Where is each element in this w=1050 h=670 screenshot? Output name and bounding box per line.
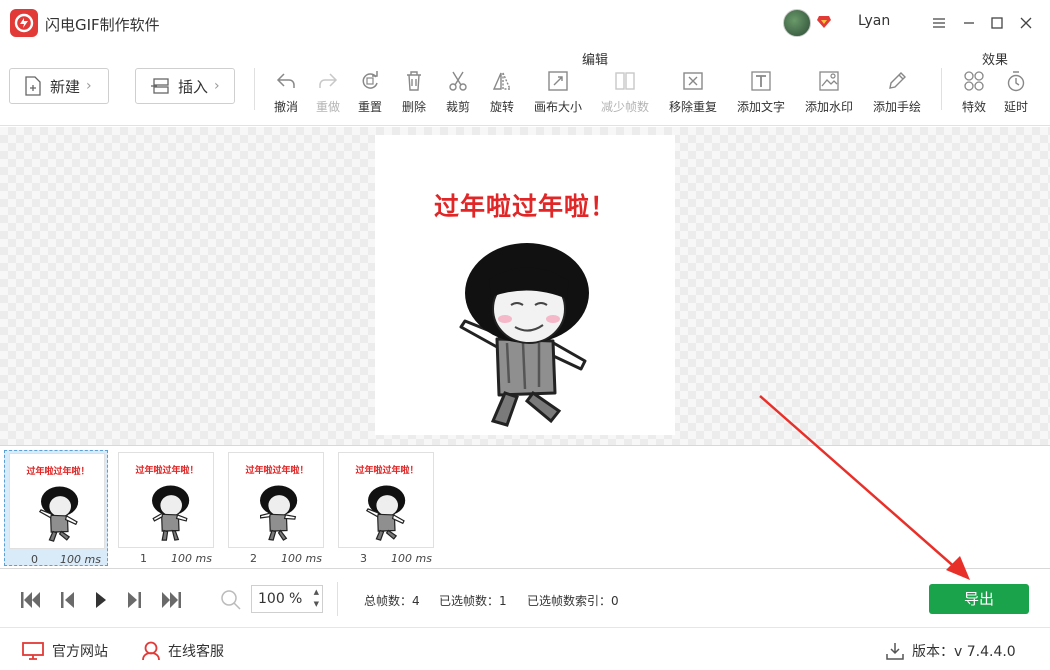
frame-thumbnail-image: 过年啦过年啦！: [338, 452, 434, 548]
next-frame-icon[interactable]: [126, 590, 142, 610]
avatar[interactable]: [783, 9, 811, 37]
canvas-area[interactable]: 过年啦过年啦！: [0, 127, 1050, 445]
rotate-tool[interactable]: 旋转: [472, 70, 532, 115]
thumbnail-character-image: [260, 485, 298, 541]
frame-thumbnail[interactable]: 过年啦过年啦！ 3 100 ms: [334, 450, 438, 566]
download-icon: [886, 643, 904, 660]
frame-preview[interactable]: 过年啦过年啦！: [375, 135, 675, 435]
online-support-link[interactable]: 在线客服: [142, 641, 224, 661]
preview-caption: 过年啦过年啦！: [433, 192, 616, 221]
insert-icon: [151, 78, 169, 94]
chevron-right-icon: ›: [214, 78, 220, 94]
frame-thumbnail[interactable]: 过年啦过年啦！ 2 100 ms: [224, 450, 328, 566]
spin-down-icon[interactable]: ▼: [314, 600, 319, 608]
footer: 官方网站 在线客服 版本：v 7.4.4.0: [0, 629, 1050, 670]
chevron-right-icon: ›: [86, 78, 92, 94]
frame-duration[interactable]: 100 ms: [60, 553, 101, 566]
frame-index: 2: [250, 552, 257, 565]
zoom-input[interactable]: 100 % ▲ ▼: [251, 585, 323, 613]
reduce-frames-tool[interactable]: 减少帧数: [595, 70, 655, 115]
customer-service-icon: [142, 641, 160, 661]
new-button[interactable]: 新建 ›: [9, 68, 109, 104]
reset-icon: [362, 71, 378, 89]
cartoon-character-image: [459, 243, 589, 427]
export-button[interactable]: 导出: [929, 584, 1029, 614]
frame-duration[interactable]: 100 ms: [391, 552, 432, 565]
close-icon[interactable]: [1015, 12, 1037, 34]
text-icon: [751, 71, 771, 91]
zoom-value[interactable]: 100: [258, 591, 285, 607]
maximize-icon[interactable]: [986, 12, 1008, 34]
frame-thumbnail-image: 过年啦过年啦！: [228, 452, 324, 548]
minimize-icon[interactable]: [958, 12, 980, 34]
flip-icon: [492, 72, 512, 90]
add-drawing-tool[interactable]: 添加手绘: [867, 70, 927, 115]
insert-button[interactable]: 插入 ›: [135, 68, 235, 104]
version-info[interactable]: 版本：v 7.4.4.0: [886, 641, 1016, 661]
frame-index: 0: [31, 553, 38, 566]
selected-index-stat: 已选帧数索引：0: [527, 594, 619, 608]
new-button-label: 新建: [50, 77, 81, 96]
divider: [941, 68, 942, 110]
frame-duration[interactable]: 100 ms: [281, 552, 322, 565]
frame-duration[interactable]: 100 ms: [171, 552, 212, 565]
effects-icon: [964, 71, 984, 91]
official-website-link[interactable]: 官方网站: [22, 641, 108, 661]
official-website-label: 官方网站: [52, 644, 108, 660]
zoom-unit: %: [289, 591, 303, 607]
effects-group-label: 效果: [982, 53, 1009, 68]
insert-button-label: 插入: [178, 77, 209, 96]
resize-canvas-icon: [548, 71, 568, 91]
redo-icon: [319, 73, 338, 88]
canvas-size-tool[interactable]: 画布大小: [528, 70, 588, 115]
menu-icon[interactable]: [928, 12, 950, 34]
frame-timeline: 过年啦过年啦！ 0 100 ms 过年啦过年啦！ 1 100 ms 过年啦过年啦…: [0, 445, 1050, 569]
frame-index: 3: [360, 552, 367, 565]
vip-diamond-icon[interactable]: [816, 15, 832, 33]
app-title: 闪电GIF制作软件: [45, 16, 160, 34]
frame-thumbnail-image: 过年啦过年啦！: [9, 453, 105, 549]
trash-icon: [407, 71, 421, 91]
total-frames-stat: 总帧数：4: [364, 594, 420, 608]
username[interactable]: Lyan: [858, 13, 890, 29]
zoom-icon[interactable]: [220, 589, 242, 611]
frame-thumbnail[interactable]: 过年啦过年啦！ 0 100 ms: [4, 450, 108, 566]
app-logo-icon: [10, 9, 38, 37]
last-frame-icon[interactable]: [160, 590, 182, 610]
version-label: 版本：v 7.4.4.0: [912, 644, 1016, 660]
timer-icon: [1007, 71, 1025, 92]
delay-tool[interactable]: 延时: [986, 70, 1046, 115]
remove-duplicates-tool[interactable]: 移除重复: [663, 70, 723, 115]
edit-group-label: 编辑: [582, 53, 609, 68]
title-bar: 闪电GIF制作软件 Lyan: [0, 0, 1050, 46]
playback-bar: 100 % ▲ ▼ 总帧数：4 已选帧数：1 已选帧数索引：0 导出: [0, 570, 1050, 628]
divider: [254, 68, 255, 110]
previous-frame-icon[interactable]: [60, 590, 76, 610]
pen-icon: [889, 72, 906, 89]
thumbnail-character-image: [365, 485, 406, 541]
monitor-icon: [22, 642, 44, 660]
online-support-label: 在线客服: [168, 644, 224, 660]
add-watermark-tool[interactable]: 添加水印: [799, 70, 859, 115]
reduce-frames-icon: [615, 72, 635, 90]
first-frame-icon[interactable]: [20, 590, 42, 610]
selected-frames-stat: 已选帧数：1: [439, 594, 507, 608]
new-file-icon: [25, 76, 41, 96]
toolbar: 编辑 效果 新建 › 插入 › 撤消 重做 重置 删除 裁剪 旋转 画布大小 减…: [0, 46, 1050, 126]
frame-thumbnail[interactable]: 过年啦过年啦！ 1 100 ms: [114, 450, 218, 566]
scissors-icon: [449, 71, 467, 91]
undo-icon: [276, 73, 295, 88]
add-text-tool[interactable]: 添加文字: [731, 70, 791, 115]
remove-duplicate-icon: [683, 72, 703, 90]
spin-up-icon[interactable]: ▲: [314, 588, 319, 596]
watermark-icon: [819, 71, 839, 91]
frame-index: 1: [140, 552, 147, 565]
thumbnail-character-image: [152, 485, 190, 541]
frame-thumbnail-image: 过年啦过年啦！: [118, 452, 214, 548]
divider: [337, 582, 338, 616]
play-icon[interactable]: [94, 590, 108, 610]
thumbnail-character-image: [38, 486, 79, 542]
